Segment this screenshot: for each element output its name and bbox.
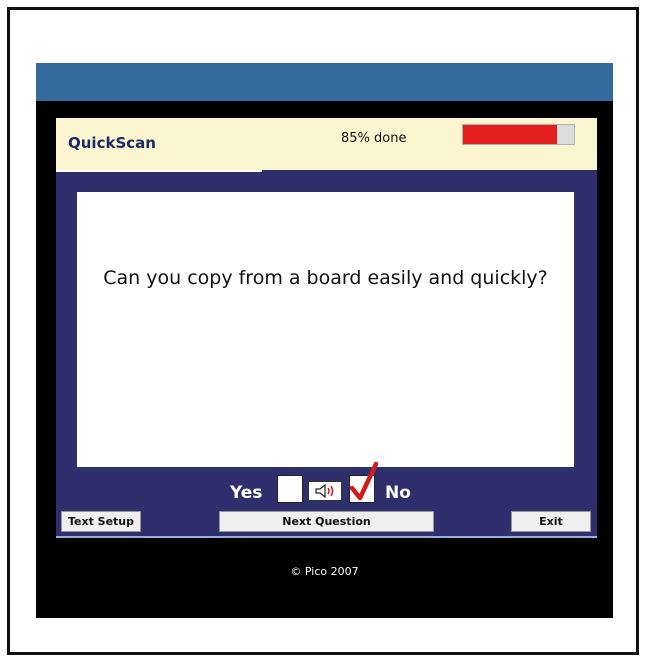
header-bar: QuickScan 85% done xyxy=(56,118,597,170)
speaker-icon xyxy=(315,484,334,498)
question-text: Can you copy from a board easily and qui… xyxy=(103,267,548,289)
quickscan-app: QuickScan 85% done Can you copy from a b… xyxy=(56,118,597,538)
progress-fill xyxy=(463,125,558,144)
progress-bar xyxy=(462,124,575,145)
copyright-text: © Pico 2007 xyxy=(290,565,359,578)
no-label: No xyxy=(385,483,411,503)
no-checkbox[interactable] xyxy=(349,461,379,503)
progress-label: 85% done xyxy=(341,131,407,146)
yes-label: Yes xyxy=(230,483,263,503)
exit-button[interactable]: Exit xyxy=(511,511,591,532)
answer-row: Yes No xyxy=(56,461,597,507)
text-setup-button[interactable]: Text Setup xyxy=(61,511,141,532)
red-checkmark-icon xyxy=(349,461,379,501)
header-underline xyxy=(56,170,262,172)
speaker-button[interactable] xyxy=(308,481,342,501)
yes-checkbox[interactable] xyxy=(277,475,303,503)
brand-title: QuickScan xyxy=(68,134,156,152)
top-blue-bar xyxy=(36,63,613,101)
next-question-button[interactable]: Next Question xyxy=(219,511,434,532)
question-panel: Can you copy from a board easily and qui… xyxy=(77,192,574,467)
